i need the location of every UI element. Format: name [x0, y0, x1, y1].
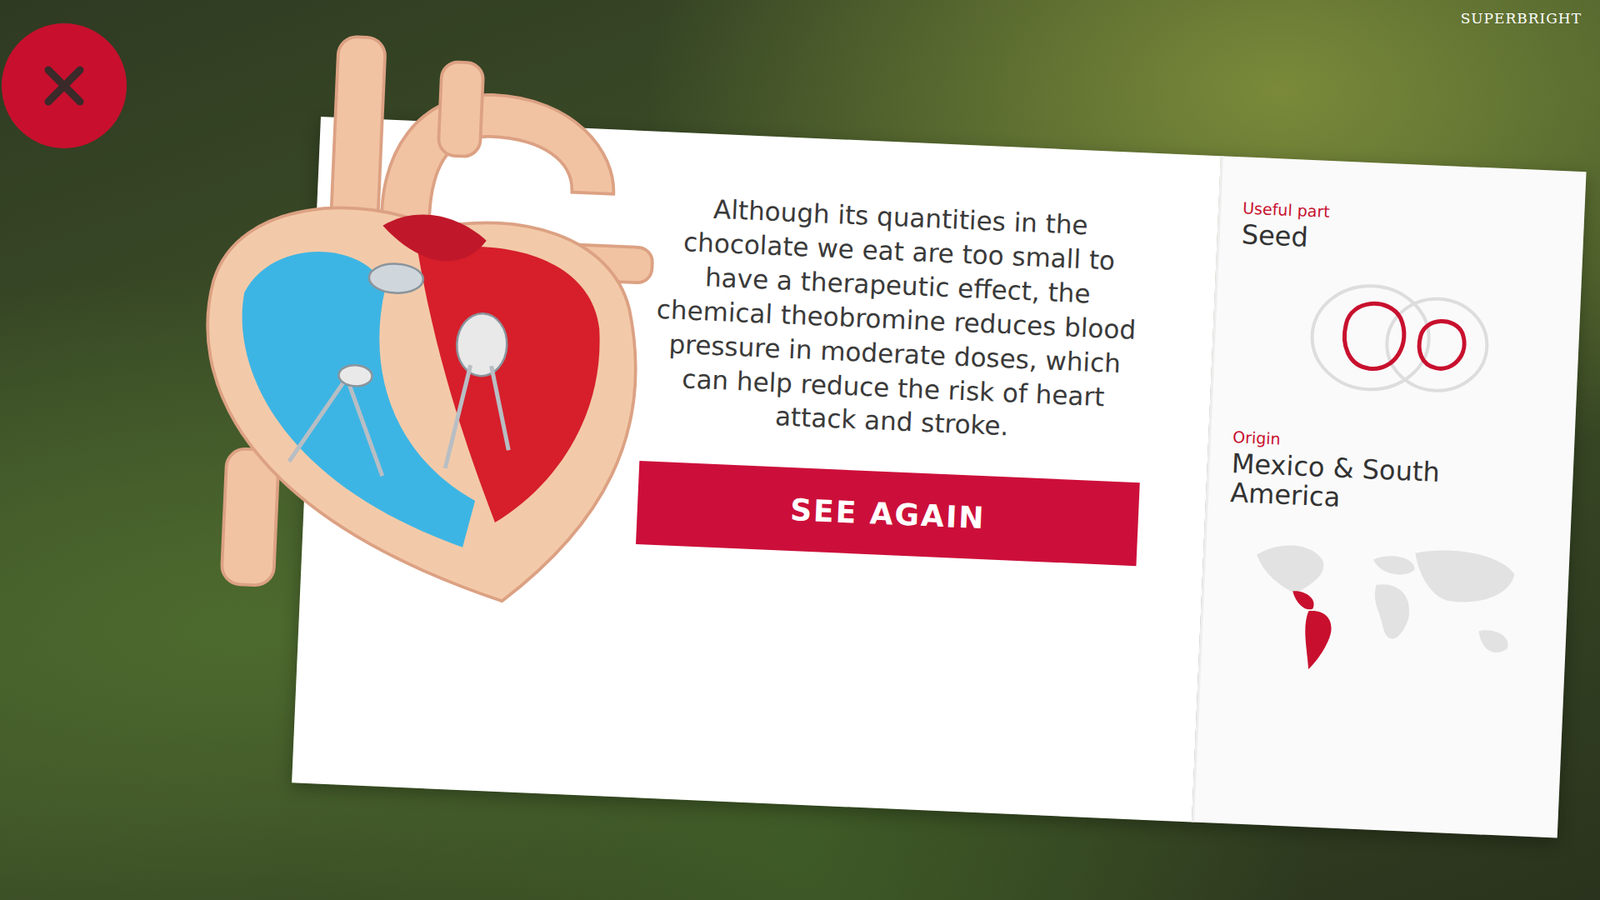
info-card: Although its quantities in the chocolate… [291, 116, 1586, 839]
detail-value: Seed [1240, 220, 1567, 264]
card-description: Although its quantities in the chocolate… [640, 189, 1152, 450]
ar-camera-view: SUPERBRIGHT Although its quantities in t… [0, 0, 1600, 900]
seed-icon [1300, 272, 1498, 406]
detail-item: Origin Mexico & South America [1222, 427, 1558, 684]
detail-value: Mexico & South America [1230, 449, 1558, 522]
see-again-button[interactable]: SEE AGAIN [635, 460, 1140, 566]
close-icon [35, 56, 94, 115]
watermark: SUPERBRIGHT [1460, 10, 1582, 27]
heart-model [157, 19, 683, 625]
detail-item: Useful part Seed [1235, 198, 1569, 409]
close-button[interactable] [1, 23, 127, 149]
world-map-icon [1243, 529, 1533, 684]
details-panel: Useful part Seed Origin Mexico & South A… [1191, 155, 1586, 838]
